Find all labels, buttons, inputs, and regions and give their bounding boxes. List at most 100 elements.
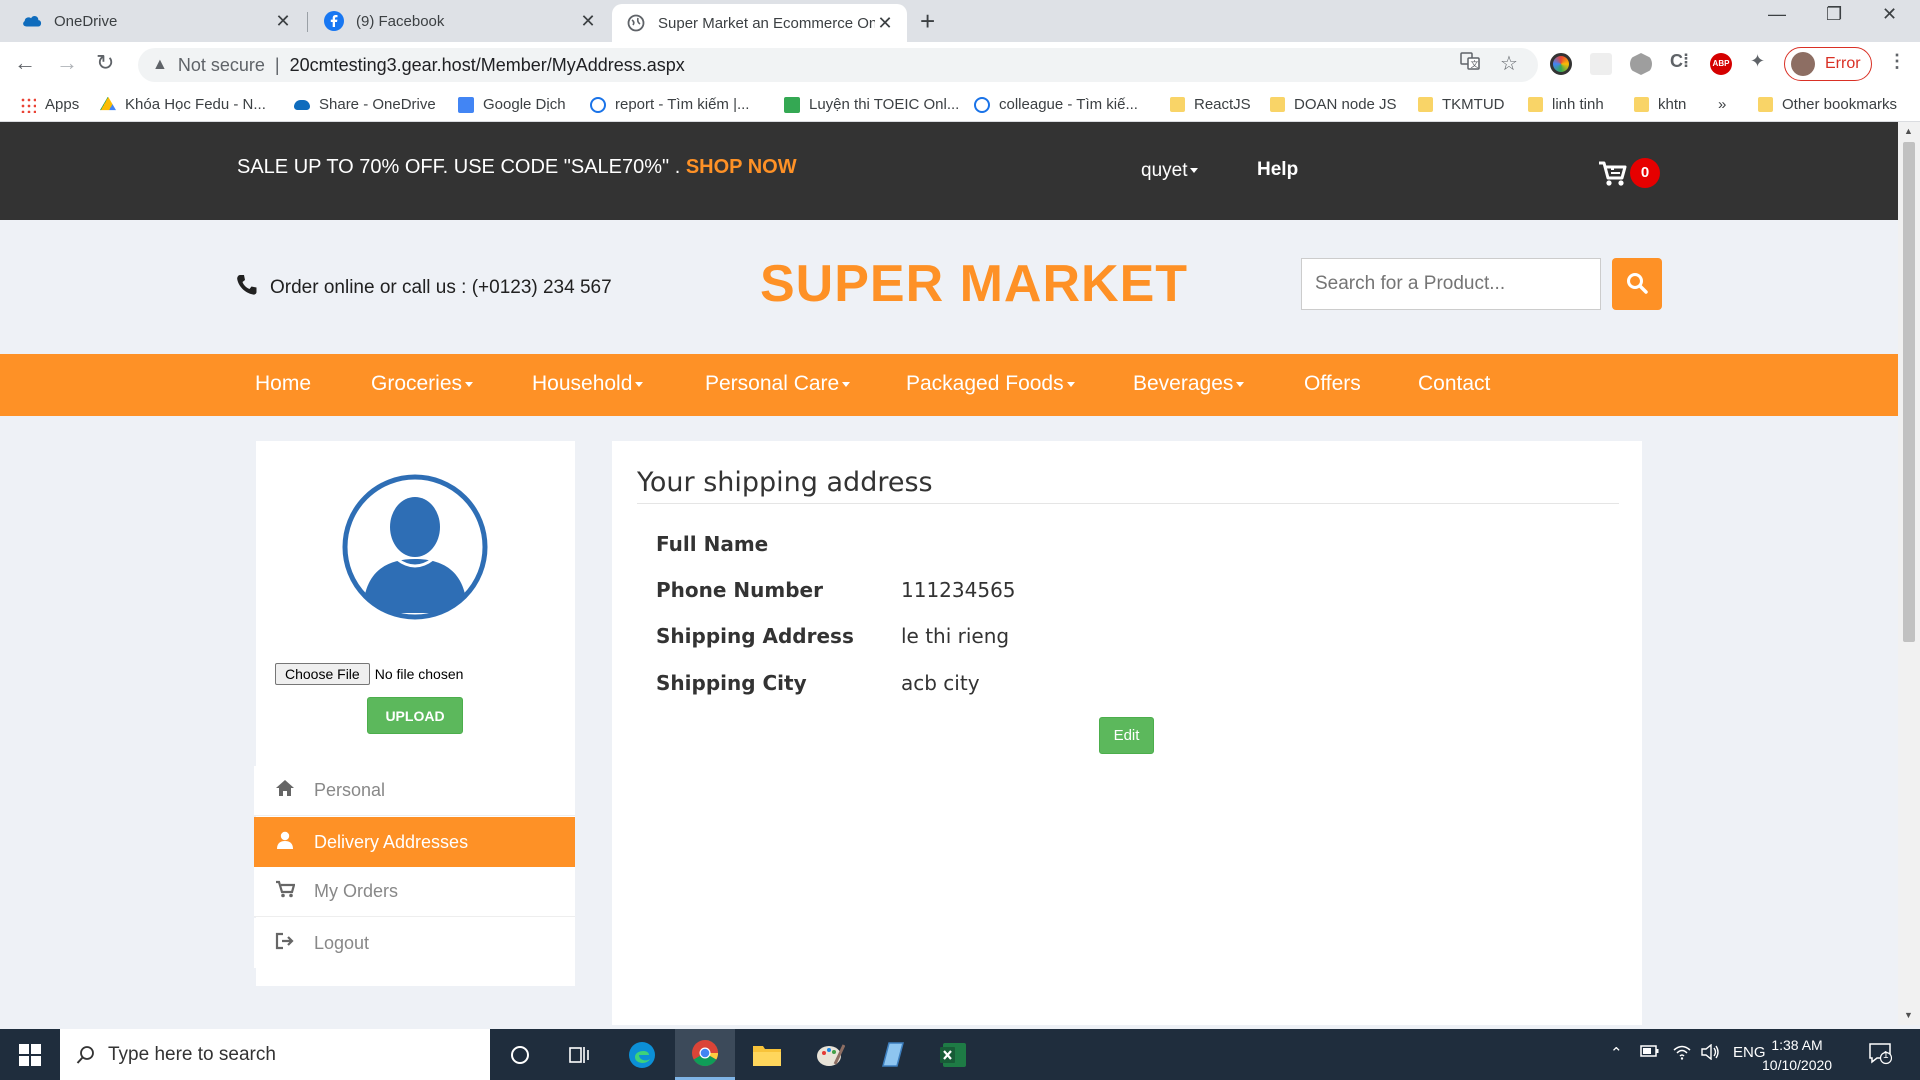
window-close-icon[interactable]: ✕ bbox=[1882, 4, 1897, 25]
system-clock[interactable]: 1:38 AM 10/10/2020 bbox=[1762, 1035, 1832, 1075]
menu-dots-icon[interactable]: ⋮ bbox=[1888, 51, 1906, 72]
edge-icon[interactable] bbox=[612, 1029, 672, 1080]
sidebar-item-delivery-addresses[interactable]: Delivery Addresses bbox=[254, 817, 575, 867]
notepad-icon[interactable] bbox=[862, 1029, 922, 1080]
bookmark-colleague[interactable]: colleague - Tìm kiế... bbox=[974, 96, 1138, 113]
taskbar-search-box[interactable]: Type here to search bbox=[60, 1029, 490, 1080]
edit-address-button[interactable]: Edit bbox=[1099, 717, 1154, 754]
help-link[interactable]: Help bbox=[1257, 159, 1298, 181]
nav-household[interactable]: Household bbox=[532, 372, 644, 396]
scroll-up-icon[interactable]: ▲ bbox=[1904, 126, 1913, 136]
extension-c-icon[interactable]: C⁞ bbox=[1670, 51, 1689, 72]
search-icon bbox=[76, 1045, 94, 1064]
cortana-icon[interactable] bbox=[490, 1029, 550, 1080]
bookmark-khtn[interactable]: khtn bbox=[1634, 96, 1686, 113]
bookmark-apps[interactable]: Apps bbox=[20, 96, 79, 113]
url-text[interactable]: 20cmtesting3.gear.host/Member/MyAddress.… bbox=[290, 55, 685, 76]
bookmarks-overflow[interactable]: » bbox=[1718, 96, 1726, 113]
nav-groceries[interactable]: Groceries bbox=[371, 372, 474, 396]
sidebar-item-personal[interactable]: Personal bbox=[254, 766, 575, 816]
shopping-cart-icon bbox=[1599, 161, 1627, 186]
page-scrollbar[interactable]: ▲ ▼ bbox=[1898, 122, 1920, 1025]
restore-icon[interactable]: ❐ bbox=[1826, 4, 1842, 25]
bookmark-reactjs[interactable]: ReactJS bbox=[1170, 96, 1251, 113]
warning-icon[interactable]: ▲ bbox=[152, 56, 168, 74]
shipping-city-value: acb city bbox=[901, 671, 980, 695]
upload-button[interactable]: UPLOAD bbox=[367, 697, 463, 734]
excel-icon[interactable] bbox=[924, 1029, 984, 1080]
minimize-icon[interactable]: — bbox=[1768, 4, 1786, 25]
divider bbox=[637, 503, 1619, 504]
phone-icon bbox=[236, 274, 258, 302]
bookmark-report[interactable]: report - Tìm kiếm |... bbox=[590, 96, 749, 113]
file-explorer-icon[interactable] bbox=[737, 1029, 797, 1080]
chrome-icon[interactable] bbox=[675, 1029, 735, 1080]
bookmark-linh-tinh[interactable]: linh tinh bbox=[1528, 96, 1604, 113]
bookmark-toeic[interactable]: Luyện thi TOEIC Onl... bbox=[784, 96, 959, 113]
bookmarks-bar: Apps Khóa Học Fedu - N... Share - OneDri… bbox=[0, 88, 1920, 122]
nav-home[interactable]: Home bbox=[255, 372, 311, 396]
user-dropdown[interactable]: quyet bbox=[1141, 160, 1199, 182]
show-hidden-icons-icon[interactable]: ⌃ bbox=[1610, 1044, 1623, 1062]
bookmark-google-dich[interactable]: Google Dịch bbox=[458, 96, 566, 113]
nav-contact[interactable]: Contact bbox=[1418, 372, 1490, 396]
paint-icon[interactable] bbox=[800, 1029, 860, 1080]
scrollbar-thumb[interactable] bbox=[1903, 142, 1915, 642]
windows-taskbar: Type here to search ⌃ ENG 1:38 AM 10/10/… bbox=[0, 1029, 1920, 1080]
scroll-down-icon[interactable]: ▼ bbox=[1904, 1010, 1913, 1020]
close-icon[interactable]: ✕ bbox=[875, 13, 895, 34]
compass-icon bbox=[974, 96, 990, 113]
compass-icon bbox=[590, 96, 606, 113]
nav-beverages[interactable]: Beverages bbox=[1133, 372, 1245, 396]
bookmark-fedu[interactable]: Khóa Học Fedu - N... bbox=[100, 96, 266, 113]
windows-start-icon[interactable] bbox=[0, 1029, 60, 1080]
bookmark-doan-node-js[interactable]: DOAN node JS bbox=[1270, 96, 1397, 113]
volume-icon[interactable] bbox=[1700, 1043, 1720, 1064]
shipping-city-label: Shipping City bbox=[656, 671, 807, 695]
language-indicator[interactable]: ENG bbox=[1733, 1044, 1766, 1061]
sidebar-item-my-orders[interactable]: My Orders bbox=[254, 867, 575, 917]
security-label[interactable]: Not secure bbox=[178, 55, 265, 76]
browser-toolbar: ← → ↻ ▲ Not secure | 20cmtesting3.gear.h… bbox=[0, 42, 1920, 88]
user-name: quyet bbox=[1141, 160, 1188, 181]
reload-icon[interactable]: ↻ bbox=[96, 50, 114, 76]
close-icon[interactable]: ✕ bbox=[578, 11, 598, 32]
back-icon[interactable]: ← bbox=[14, 50, 36, 76]
taskbar-search-placeholder: Type here to search bbox=[108, 1043, 276, 1065]
sidebar-item-logout[interactable]: Logout bbox=[254, 918, 575, 968]
tab-facebook[interactable]: (9) Facebook ✕ bbox=[310, 0, 610, 42]
shop-now-link[interactable]: SHOP NOW bbox=[686, 156, 797, 178]
nav-personal-care[interactable]: Personal Care bbox=[705, 372, 851, 396]
tab-super-market[interactable]: Super Market an Ecommerce Onl ✕ bbox=[612, 4, 907, 42]
cart-button[interactable]: 0 bbox=[1598, 156, 1660, 190]
nav-offers[interactable]: Offers bbox=[1304, 372, 1361, 396]
extension-blank-icon[interactable] bbox=[1590, 53, 1612, 75]
tab-title: OneDrive bbox=[54, 12, 118, 30]
tab-onedrive[interactable]: OneDrive ✕ bbox=[0, 0, 305, 42]
bookmark-star-icon[interactable]: ☆ bbox=[1500, 51, 1518, 76]
bookmark-tkmtud[interactable]: TKMTUD bbox=[1418, 96, 1505, 113]
extension-cube-icon[interactable] bbox=[1630, 53, 1652, 75]
shipping-address-panel: Your shipping address Full Name Phone Nu… bbox=[612, 441, 1642, 1025]
wifi-icon[interactable] bbox=[1672, 1044, 1692, 1064]
translate-icon[interactable]: 文 bbox=[1460, 51, 1480, 76]
adblock-icon[interactable]: ABP bbox=[1710, 53, 1732, 75]
address-bar[interactable]: ▲ Not secure | 20cmtesting3.gear.host/Me… bbox=[138, 48, 1538, 82]
choose-file-button[interactable]: Choose File bbox=[275, 663, 370, 685]
nav-packaged-foods[interactable]: Packaged Foods bbox=[906, 372, 1075, 396]
site-logo[interactable]: SUPER MARKET bbox=[760, 254, 1188, 314]
bookmark-other[interactable]: Other bookmarks bbox=[1758, 96, 1897, 113]
product-search-input[interactable] bbox=[1301, 258, 1601, 310]
close-icon[interactable]: ✕ bbox=[273, 11, 293, 32]
profile-error-button[interactable]: Error bbox=[1784, 47, 1872, 81]
bookmark-onedrive[interactable]: Share - OneDrive bbox=[294, 96, 436, 113]
chart-icon bbox=[784, 96, 800, 113]
notification-center-icon[interactable]: 1 bbox=[1868, 1041, 1893, 1069]
search-button[interactable] bbox=[1612, 258, 1662, 310]
new-tab-icon[interactable]: + bbox=[920, 6, 935, 37]
extension-color-icon[interactable] bbox=[1550, 53, 1572, 75]
extensions-puzzle-icon[interactable]: ✦ bbox=[1750, 51, 1765, 72]
task-view-icon[interactable] bbox=[550, 1029, 610, 1080]
battery-icon[interactable] bbox=[1640, 1044, 1660, 1062]
forward-icon[interactable]: → bbox=[56, 50, 78, 76]
